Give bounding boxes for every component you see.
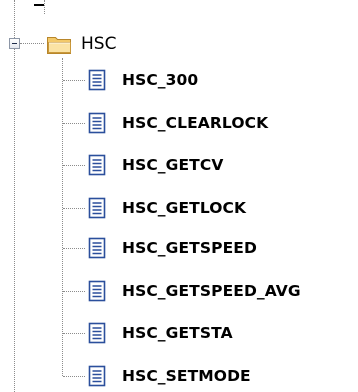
document-icon	[88, 280, 106, 302]
tree-item-label: HSC_300	[122, 71, 199, 89]
tree-guide-child	[63, 123, 85, 124]
tree-guide-top	[44, 0, 45, 14]
tree-item[interactable]: HSC_GETSTA	[85, 318, 233, 348]
tree-guide-child	[63, 333, 85, 334]
tree-guide-child	[63, 165, 85, 166]
tree-item-label: HSC_GETSTA	[122, 324, 233, 342]
tree-item-label: HSC_GETLOCK	[122, 199, 247, 217]
tree-stub-mark	[34, 4, 44, 6]
tree-guide-child	[63, 248, 85, 249]
document-icon	[88, 237, 106, 259]
tree-item[interactable]: HSC_300	[85, 65, 198, 95]
document-icon	[88, 69, 106, 91]
tree-guide-child	[63, 291, 85, 292]
document-icon	[88, 112, 106, 134]
tree-item[interactable]: HSC_GETSPEED_AVG	[85, 276, 301, 306]
tree-item[interactable]: HSC_GETLOCK	[85, 193, 246, 223]
file-tree: HSC HSC_300 HSC_CLEARLOCK HSC_GETCV HSC_…	[0, 0, 358, 392]
tree-item-label: HSC_GETSPEED	[122, 239, 257, 257]
tree-item-label: HSC_GETCV	[122, 156, 224, 174]
tree-guide-child	[63, 376, 85, 377]
collapse-toggle[interactable]	[9, 38, 20, 49]
document-icon	[88, 154, 106, 176]
tree-item-label: HSC_SETMODE	[122, 367, 251, 385]
tree-guide-child	[63, 208, 85, 209]
tree-item-label: HSC_CLEARLOCK	[122, 114, 269, 132]
tree-guide-folder	[20, 43, 44, 44]
tree-item[interactable]: HSC_CLEARLOCK	[85, 108, 268, 138]
document-icon	[88, 197, 106, 219]
tree-guide-child	[63, 80, 85, 81]
tree-guide-root	[14, 0, 15, 392]
document-icon	[88, 365, 106, 387]
document-icon	[88, 322, 106, 344]
tree-guide-children	[62, 58, 63, 376]
tree-item[interactable]: HSC_SETMODE	[85, 361, 251, 391]
tree-item-label: HSC_GETSPEED_AVG	[122, 282, 301, 300]
tree-item[interactable]: HSC_GETSPEED	[85, 233, 257, 263]
tree-item[interactable]: HSC_GETCV	[85, 150, 223, 180]
folder-open-icon[interactable]	[46, 34, 74, 56]
folder-label[interactable]: HSC	[81, 32, 116, 56]
